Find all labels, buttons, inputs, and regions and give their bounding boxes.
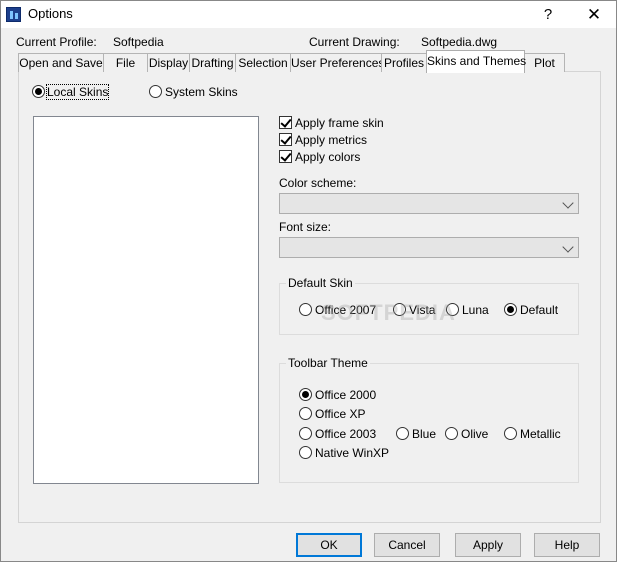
color-scheme-label: Color scheme:	[279, 176, 357, 190]
toolbar-theme-group: Toolbar Theme	[279, 356, 579, 483]
skin-luna-label[interactable]: Luna	[462, 303, 489, 317]
tab-display[interactable]: Display	[147, 53, 190, 72]
theme-blue-label[interactable]: Blue	[412, 427, 436, 441]
current-drawing-label: Current Drawing:	[309, 35, 400, 49]
theme-metallic-radio[interactable]	[504, 427, 517, 440]
apply-metrics-checkbox[interactable]	[279, 133, 292, 146]
current-profile-value: Softpedia	[113, 35, 164, 49]
toolbar-theme-title: Toolbar Theme	[286, 356, 370, 370]
tab-user-preferences[interactable]: User Preferences	[290, 53, 384, 72]
cancel-button[interactable]: Cancel	[374, 533, 440, 557]
chevron-down-icon	[562, 241, 574, 253]
tab-skins-and-themes[interactable]: Skins and Themes	[426, 50, 526, 73]
apply-colors-label[interactable]: Apply colors	[295, 150, 360, 164]
apply-button[interactable]: Apply	[455, 533, 521, 557]
skin-office-2007-radio[interactable]	[299, 303, 312, 316]
apply-colors-checkbox[interactable]	[279, 150, 292, 163]
local-skins-radio[interactable]	[32, 85, 45, 98]
current-drawing-value: Softpedia.dwg	[421, 35, 498, 49]
close-icon[interactable]: ✕	[574, 1, 614, 28]
default-skin-title: Default Skin	[286, 276, 355, 290]
apply-frame-skin-checkbox[interactable]	[279, 116, 292, 129]
current-profile-label: Current Profile:	[16, 35, 97, 49]
theme-office-xp-label[interactable]: Office XP	[315, 407, 365, 421]
theme-native-winxp-label[interactable]: Native WinXP	[315, 446, 389, 460]
theme-olive-radio[interactable]	[445, 427, 458, 440]
tab-profiles[interactable]: Profiles	[381, 53, 427, 72]
help-button[interactable]: Help	[534, 533, 600, 557]
theme-blue-radio[interactable]	[396, 427, 409, 440]
local-skins-label[interactable]: Local Skins	[45, 84, 110, 100]
tab-drafting[interactable]: Drafting	[189, 53, 236, 72]
theme-metallic-label[interactable]: Metallic	[520, 427, 561, 441]
theme-office-xp-radio[interactable]	[299, 407, 312, 420]
help-title-button[interactable]: ?	[528, 1, 568, 28]
system-skins-label[interactable]: System Skins	[165, 85, 238, 99]
app-icon	[6, 7, 21, 22]
tab-selection[interactable]: Selection	[235, 53, 291, 72]
ok-button[interactable]: OK	[296, 533, 362, 557]
tab-plot[interactable]: Plot	[524, 53, 565, 72]
theme-office-2003-radio[interactable]	[299, 427, 312, 440]
font-size-label: Font size:	[279, 220, 332, 234]
skins-list[interactable]	[33, 116, 259, 484]
chevron-down-icon	[562, 197, 574, 209]
skin-default-label[interactable]: Default	[520, 303, 558, 317]
theme-olive-label[interactable]: Olive	[461, 427, 488, 441]
tab-file[interactable]: File	[103, 53, 148, 72]
color-scheme-select[interactable]	[279, 193, 579, 214]
apply-metrics-label[interactable]: Apply metrics	[295, 133, 367, 147]
window-title: Options	[28, 6, 73, 21]
system-skins-radio[interactable]	[149, 85, 162, 98]
options-dialog: Options ? ✕ Current Profile: Softpedia C…	[0, 0, 617, 562]
tab-open-and-save[interactable]: Open and Save	[18, 53, 104, 72]
title-bar[interactable]: Options ? ✕	[1, 1, 616, 28]
theme-office-2000-label[interactable]: Office 2000	[315, 388, 376, 402]
theme-office-2000-radio[interactable]	[299, 388, 312, 401]
apply-frame-skin-label[interactable]: Apply frame skin	[295, 116, 384, 130]
font-size-select[interactable]	[279, 237, 579, 258]
theme-native-winxp-radio[interactable]	[299, 446, 312, 459]
theme-office-2003-label[interactable]: Office 2003	[315, 427, 376, 441]
watermark: SOFTPEDIA	[321, 300, 456, 325]
skin-default-radio[interactable]	[504, 303, 517, 316]
